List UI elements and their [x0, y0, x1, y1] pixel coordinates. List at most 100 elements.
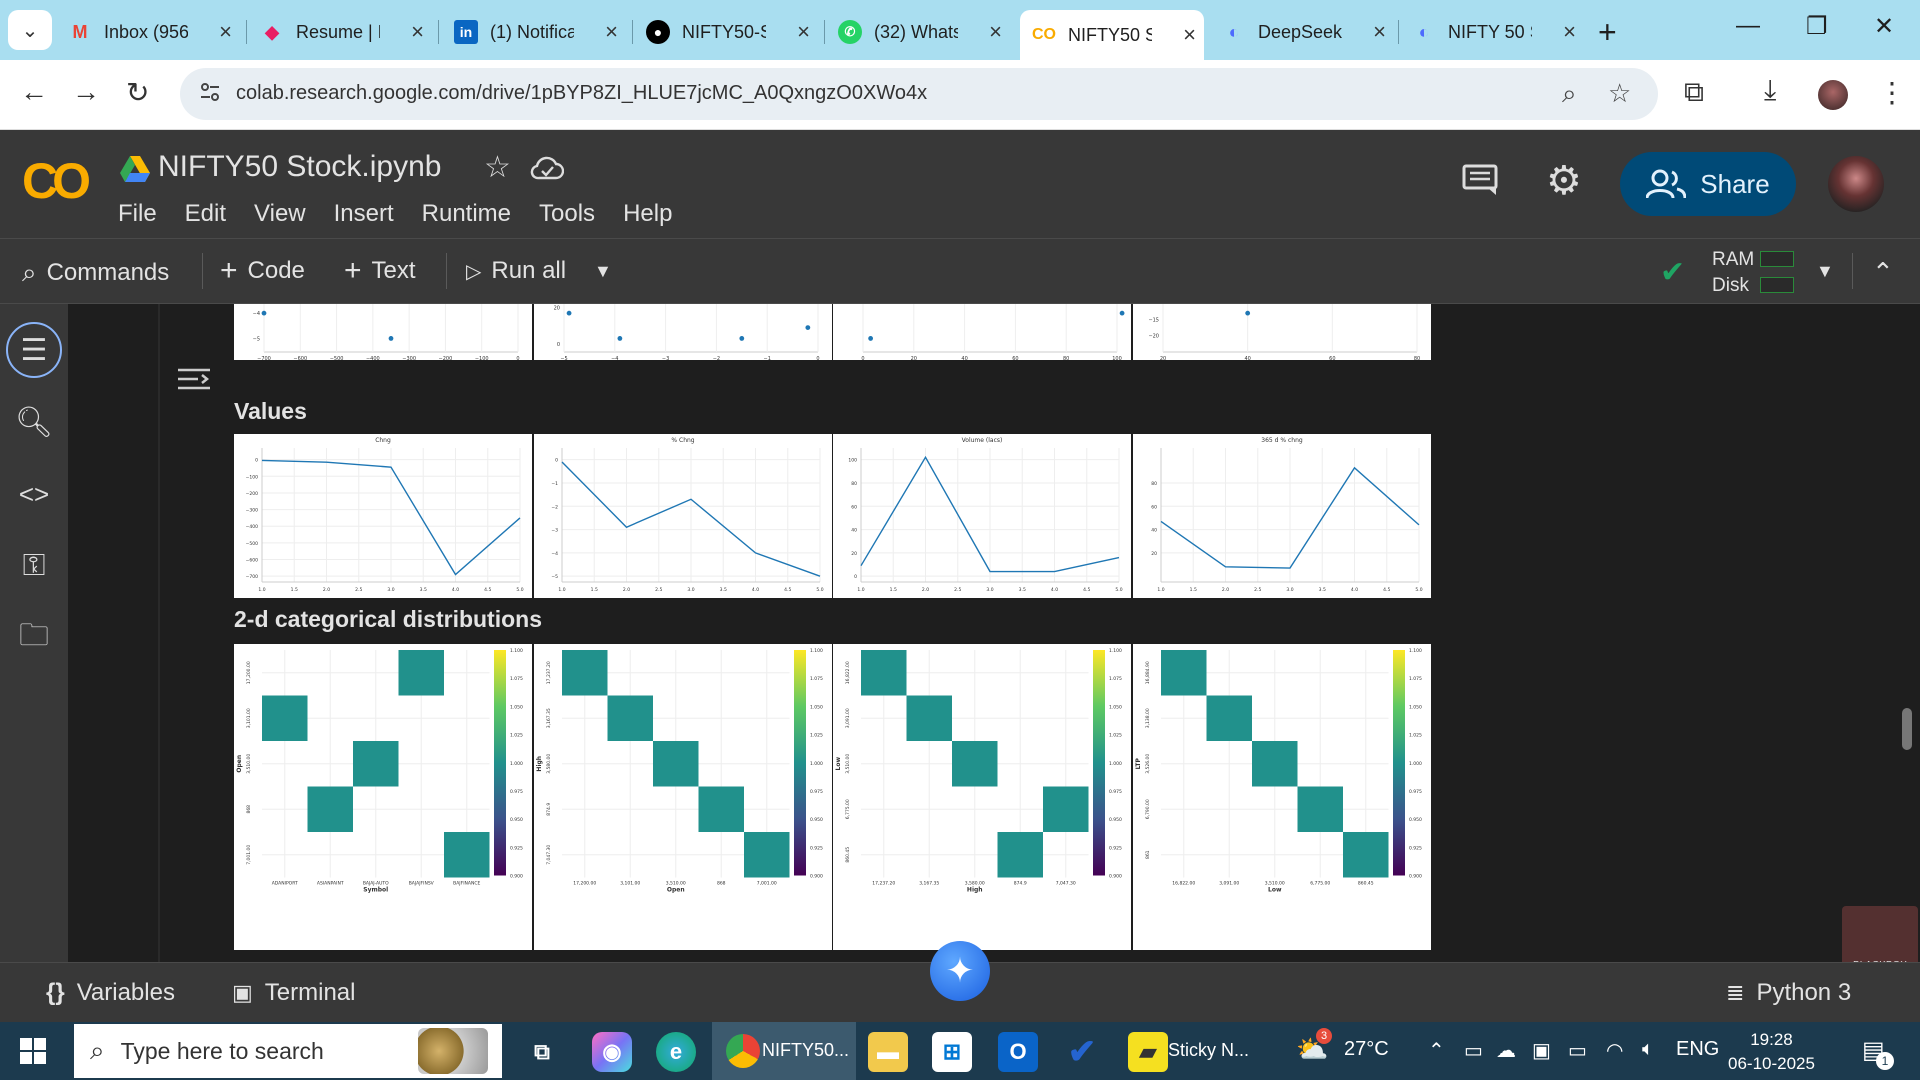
browser-menu-icon[interactable]: ⋮	[1878, 76, 1906, 109]
secrets-key-icon[interactable]: ⚿	[14, 546, 54, 586]
tab-deepseek[interactable]: ◐ DeepSeek ×	[1222, 10, 1394, 54]
close-icon[interactable]: ×	[219, 19, 232, 45]
tab-linkedin[interactable]: in (1) Notifica ×	[454, 10, 626, 54]
gemini-sparkle-button[interactable]: ✦	[930, 941, 990, 1001]
code-label: Code	[247, 257, 305, 284]
colorbar-tick-label: 1.000	[510, 761, 523, 767]
folder-icon[interactable]: 🗀	[14, 618, 54, 658]
tab-github[interactable]: ● NIFTY50-S ×	[646, 10, 818, 54]
meet-icon[interactable]: ▭	[1464, 1038, 1483, 1063]
comment-icon[interactable]	[1462, 164, 1498, 196]
toggle-output-icon[interactable]	[176, 364, 212, 394]
collapse-header-icon[interactable]: ⌃	[1872, 257, 1894, 288]
share-button[interactable]: Share	[1620, 152, 1796, 216]
runtime-dropdown-icon[interactable]: ▼	[1816, 261, 1834, 282]
x-tick-label: 4.5	[484, 587, 491, 593]
close-icon[interactable]: ×	[411, 19, 424, 45]
run-all-button[interactable]: ▷ Run all	[466, 257, 566, 285]
windows-start-icon[interactable]	[20, 1038, 46, 1064]
menu-file[interactable]: File	[118, 200, 157, 228]
tab-whatsapp[interactable]: ✆ (32) Whats ×	[838, 10, 1010, 54]
ram-disk-indicator[interactable]: RAM Disk	[1712, 247, 1754, 299]
variables-button[interactable]: {} Variables	[46, 979, 175, 1007]
blackbox-widget[interactable]: BLACKBOX	[1842, 906, 1918, 962]
chart-panel: % Chng 1.0 1.5 2.0 2.5 3.0 3.5 4.0 4.5 5.0 0 −1 −2 −3…	[533, 434, 832, 598]
site-info-icon[interactable]	[198, 80, 222, 104]
wifi-icon[interactable]: ◠	[1606, 1038, 1623, 1063]
deepseek-icon: ◐	[1418, 21, 1430, 42]
clock-date: 06-10-2025	[1728, 1054, 1815, 1073]
language-indicator[interactable]: ENG	[1676, 1038, 1719, 1061]
add-code-button[interactable]: + Code	[220, 256, 305, 286]
outlook-icon[interactable]: O	[998, 1032, 1038, 1072]
close-icon[interactable]: ×	[605, 19, 618, 45]
menu-runtime[interactable]: Runtime	[422, 200, 511, 228]
taskbar-search[interactable]: ⌕ Type here to search	[74, 1024, 502, 1078]
extensions-icon[interactable]: ⧉	[1684, 76, 1704, 109]
scrollbar-thumb[interactable]	[1902, 708, 1912, 750]
menu-insert[interactable]: Insert	[334, 200, 394, 228]
account-avatar[interactable]	[1828, 156, 1884, 212]
screen-icon[interactable]: ▣	[1532, 1038, 1551, 1063]
close-icon[interactable]: ×	[1563, 19, 1576, 45]
cloud-saved-icon[interactable]	[530, 156, 564, 180]
notebook-title[interactable]: NIFTY50 Stock.ipynb	[158, 150, 441, 184]
menu-help[interactable]: Help	[623, 200, 672, 228]
y-tick-label: 60	[851, 504, 857, 510]
star-icon[interactable]: ☆	[484, 150, 511, 185]
colab-logo[interactable]: CO	[22, 152, 91, 210]
sticky-label[interactable]: Sticky N...	[1168, 1040, 1249, 1061]
minimize-button[interactable]: —	[1736, 12, 1760, 40]
zoom-icon[interactable]: ⌕	[1562, 78, 1577, 110]
store-icon[interactable]: ⊞	[932, 1032, 972, 1072]
address-bar[interactable]: colab.research.google.com/drive/1pBYP8ZI…	[180, 68, 1658, 120]
tab-resume[interactable]: ◆ Resume | F ×	[260, 10, 432, 54]
back-button[interactable]: ←	[20, 76, 48, 108]
chevron-up-icon[interactable]: ⌃	[1428, 1038, 1445, 1063]
onedrive-cloud-icon[interactable]: ☁	[1496, 1038, 1516, 1063]
battery-icon[interactable]: ▭	[1568, 1038, 1587, 1063]
task-view-icon[interactable]: ⧉	[522, 1032, 562, 1072]
y-tick-label: 0	[854, 574, 857, 580]
google-drive-icon[interactable]	[120, 156, 150, 182]
volume-icon[interactable]: 🔈︎	[1642, 1038, 1654, 1061]
tab-search-button[interactable]: ⌄	[8, 10, 52, 50]
code-snippets-icon[interactable]: <>	[14, 474, 54, 514]
runtime-button[interactable]: ≣ Python 3	[1726, 979, 1851, 1007]
colorbar-tick-label: 0.975	[1109, 789, 1122, 795]
run-all-dropdown-icon[interactable]: ▼	[594, 261, 612, 282]
table-of-contents-icon[interactable]: ☰	[14, 330, 54, 370]
commands-button[interactable]: ⌕ Commands	[22, 257, 169, 289]
chrome-taskbar-item-active[interactable]: NIFTY50...	[712, 1022, 856, 1080]
close-icon[interactable]: ×	[989, 19, 1002, 45]
menu-tools[interactable]: Tools	[539, 200, 595, 228]
close-window-button[interactable]: ✕	[1874, 12, 1894, 41]
tab-deepseek-nifty[interactable]: ◐ NIFTY 50 S ×	[1412, 10, 1584, 54]
find-icon[interactable]: 🔍︎	[14, 402, 54, 442]
forward-button[interactable]: →	[72, 76, 100, 108]
copilot-icon[interactable]: ◉	[592, 1032, 632, 1072]
menu-edit[interactable]: Edit	[185, 200, 226, 228]
download-icon[interactable]: ⤓	[1764, 74, 1776, 107]
terminal-button[interactable]: ▣ Terminal	[232, 979, 356, 1007]
tab-colab-active[interactable]: CO NIFTY50 St ×	[1020, 10, 1204, 60]
close-icon[interactable]: ×	[1373, 19, 1386, 45]
profile-avatar[interactable]	[1818, 80, 1848, 110]
menu-view[interactable]: View	[254, 200, 306, 228]
close-icon[interactable]: ×	[1183, 22, 1196, 48]
close-icon[interactable]: ×	[797, 19, 810, 45]
tab-gmail[interactable]: M Inbox (956 ×	[68, 10, 240, 54]
todo-icon[interactable]: ✔	[1062, 1032, 1102, 1072]
restore-button[interactable]: ❐	[1806, 12, 1828, 41]
gear-icon[interactable]: ⚙	[1546, 158, 1582, 204]
bookmark-star-icon[interactable]: ☆	[1608, 78, 1631, 109]
weather-temp[interactable]: 27°C	[1344, 1038, 1389, 1061]
add-text-button[interactable]: + Text	[344, 256, 416, 286]
edge-icon[interactable]: e	[656, 1032, 696, 1072]
new-tab-button[interactable]: +	[1598, 14, 1617, 51]
reload-button[interactable]: ↻	[126, 76, 149, 109]
y-tick-label: 80	[851, 481, 857, 487]
file-explorer-icon[interactable]: ▬	[868, 1032, 908, 1072]
sticky-notes-icon[interactable]: ▰	[1128, 1032, 1168, 1072]
clock[interactable]: 19:28 06-10-2025	[1728, 1028, 1815, 1076]
